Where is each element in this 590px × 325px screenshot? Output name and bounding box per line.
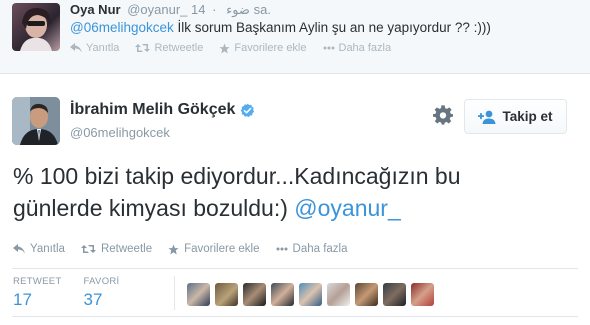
retweet-count: 17	[13, 290, 32, 309]
tweet-more-label: Daha fazla	[292, 243, 348, 255]
tweet-text-line-2: günlerde kimyası bozuldu:) @oyanur_	[13, 192, 583, 224]
tweet-favorite-button[interactable]: Favorilere ekle	[168, 243, 260, 255]
follow-button[interactable]: Takip et	[464, 99, 567, 134]
reply-header: Oya Nur @oyanur_ ضوء · 14 sa.	[70, 2, 271, 18]
stats-bottom-divider	[12, 316, 578, 317]
favoriter-avatar[interactable]	[299, 283, 322, 306]
favoriter-avatar[interactable]	[327, 283, 350, 306]
reply-arrow-icon	[70, 43, 82, 53]
tweet-text-line-1: % 100 bizi takip ediyordur...Kadıncağızı…	[13, 163, 461, 189]
retweet-icon	[80, 245, 96, 253]
retweet-icon	[135, 44, 151, 52]
tweet-reply-button[interactable]: Yanıtla	[13, 243, 65, 255]
favoriter-avatar[interactable]	[271, 283, 294, 306]
reply-arrow-icon	[13, 244, 25, 254]
favoriter-avatars	[187, 283, 434, 306]
reply-arabic-name: ضوء	[226, 2, 250, 17]
tweet-stats: RETWEET 17 FAVORİ 37	[13, 276, 141, 310]
reply-text-body: İlk sorum Başkanım Aylin şu an ne yapıyo…	[173, 20, 491, 35]
more-dots-icon	[323, 46, 334, 50]
favoriter-avatar[interactable]	[355, 283, 378, 306]
tweet-text: % 100 bizi takip ediyordur...Kadıncağızı…	[13, 160, 583, 224]
author-screen-name[interactable]: @06melihgokcek	[70, 125, 170, 140]
more-dots-icon	[276, 247, 288, 251]
add-user-icon	[478, 110, 496, 124]
tweet-favorite-label: Favorilere ekle	[184, 243, 260, 255]
tweet-mention-link[interactable]: @oyanur_	[294, 195, 400, 221]
tweet-text-line-2-body: günlerde kimyası bozuldu:)	[13, 195, 295, 221]
tweet-more-button[interactable]: Daha fazla	[276, 243, 348, 255]
favorite-stat-label: FAVORİ	[83, 276, 120, 287]
reply-favorite-label: Favorilere ekle	[234, 42, 307, 54]
stats-separator	[174, 276, 175, 310]
favoriter-avatar[interactable]	[215, 283, 238, 306]
reply-retweet-button[interactable]: Retweetle	[135, 42, 203, 54]
reply-more-button[interactable]: Daha fazla	[323, 42, 392, 54]
favoriter-avatar[interactable]	[411, 283, 434, 306]
reply-mention-link[interactable]: @06melihgokcek	[70, 20, 174, 35]
reply-more-label: Daha fazla	[338, 42, 392, 54]
reply-tweet: Oya Nur @oyanur_ ضوء · 14 sa. @06melihgo…	[0, 0, 590, 74]
reply-avatar[interactable]	[12, 3, 60, 51]
reply-favorite-button[interactable]: Favorilere ekle	[219, 42, 307, 54]
follow-button-label: Takip et	[502, 109, 553, 124]
favorite-stat[interactable]: FAVORİ 37	[84, 276, 120, 310]
author-avatar[interactable]	[12, 97, 60, 145]
favoriter-avatar[interactable]	[187, 283, 210, 306]
gear-icon[interactable]	[433, 105, 453, 125]
reply-actions: Yanıtla Retweetle Favorilere ekle Daha f…	[70, 42, 391, 54]
favorite-count: 37	[83, 290, 103, 309]
verified-badge-icon	[241, 103, 255, 117]
tweet-retweet-label: Retweetle	[100, 243, 153, 255]
stats-top-divider	[12, 268, 578, 269]
retweet-stat[interactable]: RETWEET 17	[13, 276, 62, 310]
tweet-reply-label: Yanıtla	[30, 243, 65, 255]
reply-author-name[interactable]: Oya Nur	[70, 2, 121, 17]
reply-reply-button[interactable]: Yanıtla	[70, 42, 119, 54]
retweet-stat-label: RETWEET	[13, 276, 62, 287]
author-header: İbrahim Melih Gökçek	[70, 101, 255, 119]
reply-retweet-label: Retweetle	[154, 42, 204, 54]
tweet-actions: Yanıtla Retweetle Favorilere ekle Daha f…	[13, 243, 348, 255]
favoriter-avatar[interactable]	[383, 283, 406, 306]
star-icon	[168, 243, 179, 255]
star-icon	[219, 42, 230, 54]
reply-dot: ·	[212, 2, 217, 17]
author-name[interactable]: İbrahim Melih Gökçek	[70, 101, 235, 119]
reply-text: @06melihgokcek İlk sorum Başkanım Aylin …	[70, 20, 491, 35]
tweet-retweet-button[interactable]: Retweetle	[80, 243, 153, 255]
reply-reply-label: Yanıtla	[86, 42, 120, 54]
reply-screen-name[interactable]: @oyanur_	[127, 2, 187, 17]
favoriter-avatar[interactable]	[243, 283, 266, 306]
